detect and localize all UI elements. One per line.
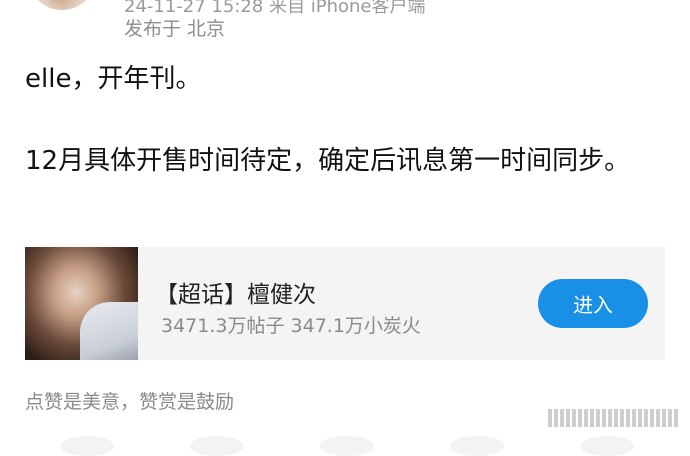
avatar[interactable] — [32, 0, 92, 10]
supertopic-card[interactable]: 【超话】檀健次 3471.3万帖子 347.1万小炭火 进入 — [25, 247, 665, 360]
post-body: elle，开年刊。 12月具体开售时间待定，确定后讯息第一时间同步。 — [25, 58, 645, 182]
supertopic-cover-image — [25, 247, 138, 360]
reward-prompt: 点赞是美意，赞赏是鼓励 — [25, 391, 235, 413]
reward-avatar-row — [0, 432, 690, 456]
reward-avatars-placeholder — [548, 409, 678, 427]
enter-button[interactable]: 进入 — [538, 279, 648, 328]
post-text-line: 12月具体开售时间待定，确定后讯息第一时间同步。 — [25, 146, 631, 176]
post-text-line: elle，开年刊。 — [25, 64, 202, 94]
post-location: 发布于 北京 — [124, 18, 226, 40]
supertopic-title: 【超话】檀健次 — [155, 282, 316, 308]
supertopic-stats: 3471.3万帖子 347.1万小炭火 — [161, 315, 421, 337]
